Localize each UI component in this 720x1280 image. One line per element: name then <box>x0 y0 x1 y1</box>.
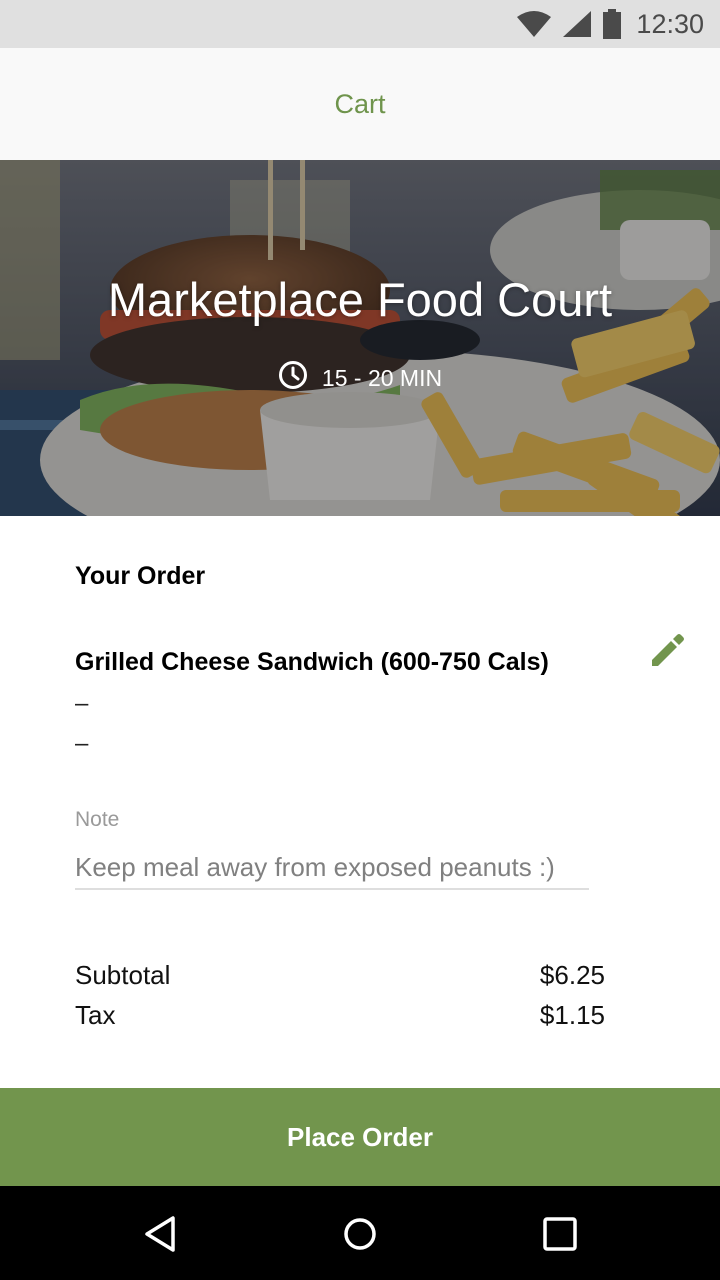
order-item-detail-1: – <box>75 690 89 717</box>
pencil-icon <box>648 630 688 675</box>
status-bar: 12:30 <box>0 0 720 48</box>
restaurant-name: Marketplace Food Court <box>107 273 613 326</box>
hero-overlay <box>0 160 720 516</box>
back-button[interactable] <box>140 1214 180 1254</box>
subtotal-amount: $6.25 <box>539 960 605 990</box>
place-order-button[interactable]: Place Order <box>0 1088 720 1186</box>
note-label: Note <box>75 808 120 831</box>
home-circle-icon <box>344 1218 376 1250</box>
recents-button[interactable] <box>540 1214 580 1254</box>
app-bar: Cart <box>0 48 720 160</box>
page-title: Cart <box>334 88 386 119</box>
restaurant-hero: Marketplace Food Court 15 - 20 MIN <box>0 160 720 516</box>
edit-item-button[interactable] <box>644 630 692 674</box>
back-triangle-icon <box>145 1216 175 1252</box>
tax-label: Tax <box>75 1000 116 1030</box>
order-item-detail-2: – <box>75 730 89 757</box>
home-button[interactable] <box>340 1214 380 1254</box>
signal-icon <box>562 10 592 38</box>
cart-screen: 12:30 Cart Marketplace Food Court 15 - 2… <box>0 0 720 1280</box>
wifi-icon <box>516 10 552 38</box>
subtotal-label: Subtotal <box>75 960 171 990</box>
tax-row: Tax $1.15 <box>75 1000 605 1031</box>
recents-square-icon <box>543 1217 577 1251</box>
battery-icon <box>602 9 622 39</box>
note-input[interactable] <box>75 846 589 890</box>
delivery-time: 15 - 20 MIN <box>0 360 720 396</box>
tax-amount: $1.15 <box>539 1000 605 1030</box>
system-nav-bar <box>0 1186 720 1280</box>
status-time: 12:30 <box>636 8 704 39</box>
delivery-time-text: 15 - 20 MIN <box>321 364 443 391</box>
section-title-your-order: Your Order <box>75 562 206 590</box>
order-item-name: Grilled Cheese Sandwich (600-750 Cals) <box>75 648 549 676</box>
clock-icon <box>278 360 308 396</box>
subtotal-row: Subtotal $6.25 <box>75 960 605 991</box>
